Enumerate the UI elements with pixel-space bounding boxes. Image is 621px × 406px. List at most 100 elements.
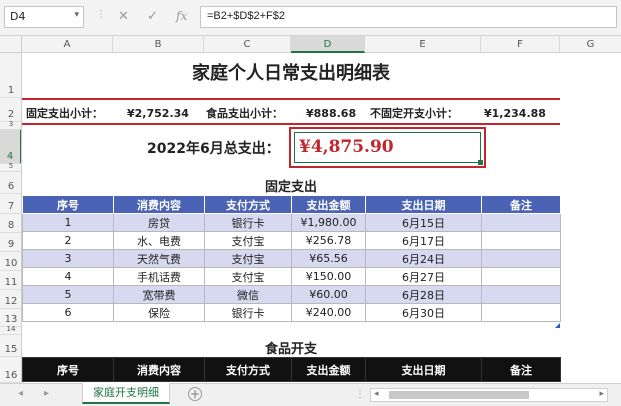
table-cell[interactable] [481,267,561,286]
name-box[interactable]: D4 ▾ [4,6,84,28]
row-header-15[interactable]: 15 [0,335,21,357]
table-cell[interactable] [481,249,561,268]
row-header-8[interactable]: 8 [0,214,21,233]
table-cell[interactable]: 4 [22,267,114,286]
total-label: 2022年6月总支出： [147,141,280,157]
table-cell[interactable]: 6月27日 [365,267,482,286]
column-header-e[interactable]: E [365,36,481,53]
table-cell[interactable]: 支付宝 [204,231,292,250]
table-cell[interactable]: 保险 [113,303,205,322]
insert-function-icon[interactable]: fx [176,9,187,23]
table-cell[interactable]: 2 [22,231,114,250]
row-header-4[interactable]: 4 [0,130,21,164]
summary-row: 固定支出小计： ¥2,752.34 食品支出小计： ¥888.68 不固定开支小… [22,104,560,122]
table-cell[interactable]: ¥60.00 [291,285,366,304]
row-header-9[interactable]: 9 [0,233,21,252]
table-cell[interactable]: ¥150.00 [291,267,366,286]
sheet-title: 家庭个人日常支出明细表 [192,63,390,84]
header-cell[interactable]: 序号 [22,195,114,214]
table-cell[interactable]: 支付宝 [204,249,292,268]
table-cell[interactable] [481,231,561,250]
formula-input[interactable]: =B2+$D$2+F$2 [200,6,617,28]
scroll-right-icon[interactable]: ▸ [44,388,49,399]
table-cell[interactable]: 3 [22,249,114,268]
column-header-d[interactable]: D [291,36,365,53]
table-cell[interactable]: 手机话费 [113,267,205,286]
select-all-corner[interactable] [0,36,22,53]
header-cell[interactable]: 支出金额 [291,195,366,214]
scroll-left-icon[interactable]: ◂ [18,388,23,399]
spreadsheet-grid[interactable]: 家庭个人日常支出明细表 固定支出小计： ¥2,752.34 食品支出小计： ¥8… [22,53,621,383]
fixed-section-title: 固定支出 [264,180,317,195]
scrollbar-thumb[interactable] [389,391,529,399]
scroll-right-arrow-icon[interactable]: ▸ [599,389,604,399]
scroll-left-arrow-icon[interactable]: ◂ [374,389,379,399]
food-subtotal-value[interactable]: ¥888.68 [306,107,356,120]
row-header-16[interactable]: 16 [0,357,21,383]
table-cell[interactable]: 6月17日 [365,231,482,250]
table-cell[interactable]: 水、电费 [113,231,205,250]
table-cell[interactable] [481,213,561,232]
table-cell[interactable]: 银行卡 [204,303,292,322]
column-header-g[interactable]: G [560,36,621,53]
table-cell[interactable]: 6月15日 [365,213,482,232]
row-header-3[interactable]: 3 [0,120,21,130]
table-cell[interactable]: 天然气费 [113,249,205,268]
fill-handle[interactable] [478,160,483,165]
table-cell[interactable]: 银行卡 [204,213,292,232]
row-header-5[interactable]: 5 [0,162,21,172]
fixed-subtotal-value[interactable]: ¥2,752.34 [127,107,189,120]
enter-icon[interactable]: ✓ [147,9,158,24]
column-header-f[interactable]: F [481,36,560,53]
table-cell[interactable]: 房贷 [113,213,205,232]
row-header-11[interactable]: 11 [0,271,21,290]
table-cell[interactable]: 6月24日 [365,249,482,268]
table-cell[interactable]: 6 [22,303,114,322]
row-header-6[interactable]: 6 [0,172,21,194]
header-cell[interactable]: 备注 [481,357,561,382]
table-cell[interactable]: 宽带费 [113,285,205,304]
cancel-icon[interactable]: ✕ [118,9,129,24]
table-cell[interactable]: 5 [22,285,114,304]
header-cell[interactable]: 支出日期 [365,357,482,382]
total-box: ¥4,875.90 [289,127,486,168]
chevron-down-icon[interactable]: ▾ [74,10,79,20]
table-resize-handle[interactable] [555,323,560,328]
name-box-value: D4 [10,10,26,23]
total-value-cell[interactable]: ¥4,875.90 [294,132,483,165]
column-header-c[interactable]: C [204,36,291,53]
table-cell[interactable]: 6月30日 [365,303,482,322]
header-cell[interactable]: 支付方式 [204,195,292,214]
sheet-tab-active[interactable]: 家庭开支明细 [82,383,170,404]
row-header-14[interactable]: 14 [0,325,21,335]
fixed-expense-table: 序号 消费内容 支付方式 支出金额 支出日期 备注 1 房贷 银行卡 ¥1,98… [22,195,561,322]
add-sheet-icon[interactable]: + [188,387,202,401]
table-cell[interactable]: 支付宝 [204,267,292,286]
variable-subtotal-value[interactable]: ¥1,234.88 [484,107,546,120]
table-cell[interactable]: 微信 [204,285,292,304]
row-header-10[interactable]: 10 [0,252,21,271]
header-cell[interactable]: 消费内容 [113,357,205,382]
row-header-1[interactable]: 1 [0,53,21,98]
table-cell[interactable] [481,303,561,322]
header-cell[interactable]: 支出金额 [291,357,366,382]
column-header-b[interactable]: B [113,36,204,53]
table-cell[interactable]: 1 [22,213,114,232]
table-cell[interactable]: ¥1,980.00 [291,213,366,232]
header-cell[interactable]: 消费内容 [113,195,205,214]
more-icon[interactable]: ⋮ [355,389,365,400]
row-header-12[interactable]: 12 [0,290,21,309]
header-cell[interactable]: 支出日期 [365,195,482,214]
table-cell[interactable]: 6月28日 [365,285,482,304]
header-cell[interactable]: 序号 [22,357,114,382]
table-cell[interactable]: ¥256.78 [291,231,366,250]
column-header-a[interactable]: A [22,36,113,53]
table-cell[interactable]: ¥240.00 [291,303,366,322]
row-header-2[interactable]: 2 [0,98,21,122]
horizontal-scrollbar[interactable]: ◂ ▸ [370,388,608,402]
header-cell[interactable]: 支付方式 [204,357,292,382]
row-header-7[interactable]: 7 [0,194,21,214]
header-cell[interactable]: 备注 [481,195,561,214]
table-cell[interactable] [481,285,561,304]
table-cell[interactable]: ¥65.56 [291,249,366,268]
